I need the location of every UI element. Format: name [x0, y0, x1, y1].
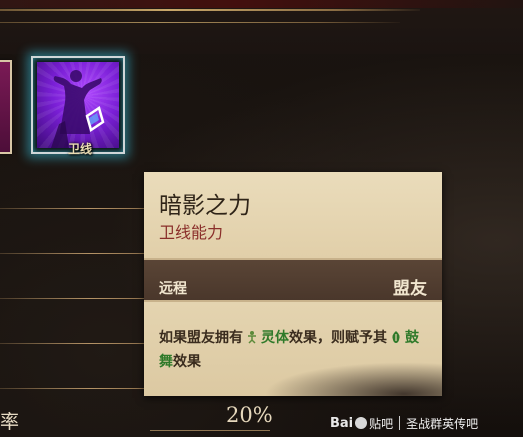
- tooltip-subtitle: 卫线能力: [159, 223, 224, 242]
- ability-label: 卫线: [67, 142, 92, 156]
- tooltip-title: 暗影之力: [159, 193, 251, 219]
- keyword-spirit: 灵体: [261, 330, 289, 346]
- desc-text: 效果，则赋予其: [289, 330, 387, 346]
- defensive-stance-icon: [37, 62, 119, 148]
- gold-divider: [0, 22, 400, 23]
- stat-underline: [150, 430, 270, 431]
- stat-label: 率: [0, 411, 20, 433]
- tooltip-target: 盟友: [393, 279, 427, 299]
- ability-slot-selected[interactable]: 卫线: [31, 56, 125, 156]
- tooltip-description: 如果盟友拥有 灵体效果，则赋予其 鼓舞效果: [159, 326, 429, 374]
- forum-name: 圣战群英传吧: [406, 416, 479, 431]
- tieba-label: 贴吧: [369, 416, 394, 431]
- baidu-logo: Bai: [330, 415, 354, 431]
- previous-ability-slot[interactable]: [0, 60, 12, 154]
- desc-text: 如果盟友拥有: [159, 330, 243, 346]
- paw-icon: [355, 417, 368, 429]
- desc-text: 效果: [173, 354, 201, 370]
- stat-row-divider: [0, 343, 150, 344]
- separator: [399, 416, 401, 430]
- stat-value: 20%: [226, 403, 273, 427]
- spirit-icon: [248, 331, 256, 344]
- stat-row-divider: [0, 208, 150, 209]
- top-glow: [0, 0, 523, 8]
- gold-divider: [0, 9, 420, 11]
- inspire-icon: [392, 331, 400, 343]
- stat-row-divider: [0, 388, 150, 389]
- watermark: Bai 贴吧 圣战群英传吧: [330, 412, 478, 434]
- tooltip-range: 远程: [159, 281, 187, 297]
- stat-row-divider: [0, 253, 150, 254]
- stat-row-divider: [0, 298, 150, 299]
